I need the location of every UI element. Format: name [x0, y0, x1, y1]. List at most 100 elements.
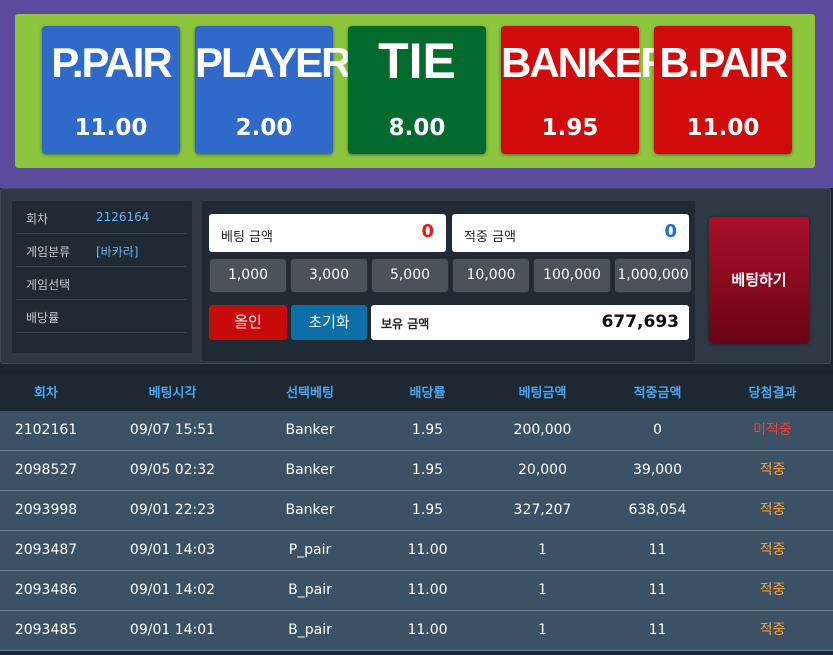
- chip-10000-button[interactable]: 10,000: [452, 258, 530, 293]
- place-bet-button[interactable]: 베팅하기: [709, 217, 809, 343]
- info-row-odds: 배당률: [16, 300, 186, 333]
- table-cell: 1: [538, 622, 547, 638]
- bet-board-frame: P.PAIR 11.00 PLAYER 2.00 TIE 8.00 BANKER…: [0, 0, 833, 188]
- table-cell: 200,000: [513, 422, 572, 438]
- table-cell: 1.95: [411, 422, 444, 438]
- bet-option-odds: 11.00: [74, 115, 148, 141]
- table-cell: Banker: [285, 502, 335, 518]
- info-value: 2126164: [96, 210, 150, 224]
- table-cell: 1: [538, 542, 547, 558]
- table-cell: 09/01 14:02: [129, 582, 216, 598]
- info-label: 배당률: [26, 311, 60, 325]
- result-cell: 적중: [759, 582, 786, 598]
- info-row-selection: 게임선택: [16, 267, 186, 300]
- reset-button[interactable]: 초기화: [291, 305, 367, 340]
- game-info: 회차 2126164 게임분류 [바카라] 게임선택 배당률: [12, 201, 192, 353]
- chip-1000000-button[interactable]: 1,000,000: [614, 258, 692, 293]
- table-cell: 2102161: [14, 422, 78, 438]
- balance-display: 보유 금액 677,693: [371, 305, 689, 340]
- bet-option-player[interactable]: PLAYER 2.00: [195, 26, 352, 154]
- table-cell: 11: [648, 622, 667, 638]
- info-value: [바카라]: [96, 245, 139, 259]
- bet-amount-display: 베팅 금액 0: [209, 214, 446, 252]
- column-header: 선택베팅: [286, 386, 334, 401]
- bet-option-label: BANKER: [501, 39, 671, 86]
- result-cell: 적중: [759, 502, 786, 518]
- table-cell: B_pair: [288, 582, 332, 598]
- bet-option-player-pair[interactable]: P.PAIR 11.00: [42, 26, 180, 154]
- column-header: 베팅금액: [518, 386, 567, 401]
- table-cell: 09/01 22:23: [129, 502, 216, 518]
- table-cell: 1.95: [411, 462, 444, 478]
- info-row-round: 회차 2126164: [16, 201, 186, 234]
- table-cell: 39,000: [633, 462, 682, 478]
- table-cell: 1: [538, 582, 547, 598]
- table-cell: 2093486: [14, 582, 78, 598]
- chip-3000-button[interactable]: 3,000: [290, 258, 368, 293]
- win-amount-display: 적중 금액 0: [452, 214, 689, 252]
- bet-option-label: B.PAIR: [659, 39, 788, 86]
- bet-amount-label: 베팅 금액: [221, 230, 273, 245]
- chip-100000-button[interactable]: 100,000: [533, 258, 611, 293]
- table-cell: 11.00: [407, 542, 448, 558]
- column-header: 적중금액: [633, 386, 682, 401]
- table-cell: Banker: [285, 422, 335, 438]
- info-label: 회차: [26, 212, 49, 226]
- table-cell: Banker: [285, 462, 335, 478]
- bet-option-tie[interactable]: TIE 8.00: [348, 26, 486, 154]
- table-cell: 2093487: [14, 542, 78, 558]
- bet-input-area: 베팅 금액 0 적중 금액 0 1,000 3,000 5,000 10,000…: [202, 201, 695, 361]
- table-cell: 11: [648, 542, 667, 558]
- balance-label: 보유 금액: [381, 317, 430, 331]
- bet-option-banker[interactable]: BANKER 1.95: [501, 26, 671, 154]
- table-cell: 327,207: [513, 502, 572, 518]
- chip-5000-button[interactable]: 5,000: [371, 258, 449, 293]
- result-cell: 적중: [759, 462, 786, 478]
- bet-option-label: P.PAIR: [51, 39, 173, 86]
- chip-1000-button[interactable]: 1,000: [209, 258, 287, 293]
- bet-option-odds: 1.95: [541, 115, 599, 141]
- table-cell: 0: [653, 422, 662, 438]
- bet-option-label: PLAYER: [195, 39, 352, 86]
- baccarat-betting-page: P.PAIR 11.00 PLAYER 2.00 TIE 8.00 BANKER…: [0, 0, 833, 655]
- table-cell: 09/01 14:01: [129, 622, 216, 638]
- table-cell: 11: [648, 582, 667, 598]
- column-header: 베팅시각: [148, 386, 197, 401]
- table-row: 2102161 09/07 15:51 Banker 1.95 200,000 …: [0, 411, 833, 451]
- win-amount-label: 적중 금액: [464, 230, 516, 245]
- table-cell: 638,054: [628, 502, 687, 518]
- result-cell: 적중: [759, 542, 786, 558]
- betting-panel: 회차 2126164 게임분류 [바카라] 게임선택 배당률 베팅 금액 0 적…: [0, 188, 833, 366]
- bet-option-odds: 8.00: [388, 115, 446, 141]
- table-cell: 09/07 15:51: [129, 422, 216, 438]
- info-label: 게임선택: [26, 278, 71, 292]
- table-cell: 2098527: [14, 462, 78, 478]
- column-header: 당첨결과: [748, 386, 797, 401]
- all-in-button[interactable]: 올인: [209, 305, 287, 340]
- table-cell: B_pair: [288, 622, 332, 638]
- table-cell: 20,000: [518, 462, 567, 478]
- table-header: 회차 베팅시각 선택베팅 배당률 베팅금액 적중금액 당첨결과: [0, 374, 833, 414]
- result-cell: 적중: [759, 622, 786, 638]
- bet-history-table: 회차 베팅시각 선택베팅 배당률 베팅금액 적중금액 당첨결과 2102161 …: [0, 374, 833, 655]
- table-cell: 2093485: [14, 622, 78, 638]
- table-cell: 11.00: [407, 582, 448, 598]
- table-cell: 1.95: [411, 502, 444, 518]
- bet-option-banker-pair[interactable]: B.PAIR 11.00: [654, 26, 792, 154]
- column-header: 회차: [34, 386, 58, 401]
- bet-option-label: TIE: [378, 33, 456, 89]
- table-row: 2093485 09/01 14:01 B_pair 11.00 1 11 적중: [0, 611, 833, 651]
- bet-amount-value: 0: [421, 221, 434, 242]
- table-cell: 09/01 14:03: [129, 542, 216, 558]
- table-cell: P_pair: [288, 542, 332, 558]
- betting-panel-box: 회차 2126164 게임분류 [바카라] 게임선택 배당률 베팅 금액 0 적…: [0, 188, 831, 364]
- bet-option-odds: 2.00: [235, 115, 293, 141]
- info-label: 게임분류: [26, 245, 71, 259]
- win-amount-value: 0: [664, 221, 677, 242]
- table-cell: 09/05 02:32: [129, 462, 216, 478]
- info-row-category: 게임분류 [바카라]: [16, 234, 186, 267]
- result-cell: 미적중: [753, 422, 792, 438]
- table-cell: 2093998: [14, 502, 78, 518]
- table-row: 2093487 09/01 14:03 P_pair 11.00 1 11 적중: [0, 531, 833, 571]
- bet-board: P.PAIR 11.00 PLAYER 2.00 TIE 8.00 BANKER…: [15, 14, 815, 168]
